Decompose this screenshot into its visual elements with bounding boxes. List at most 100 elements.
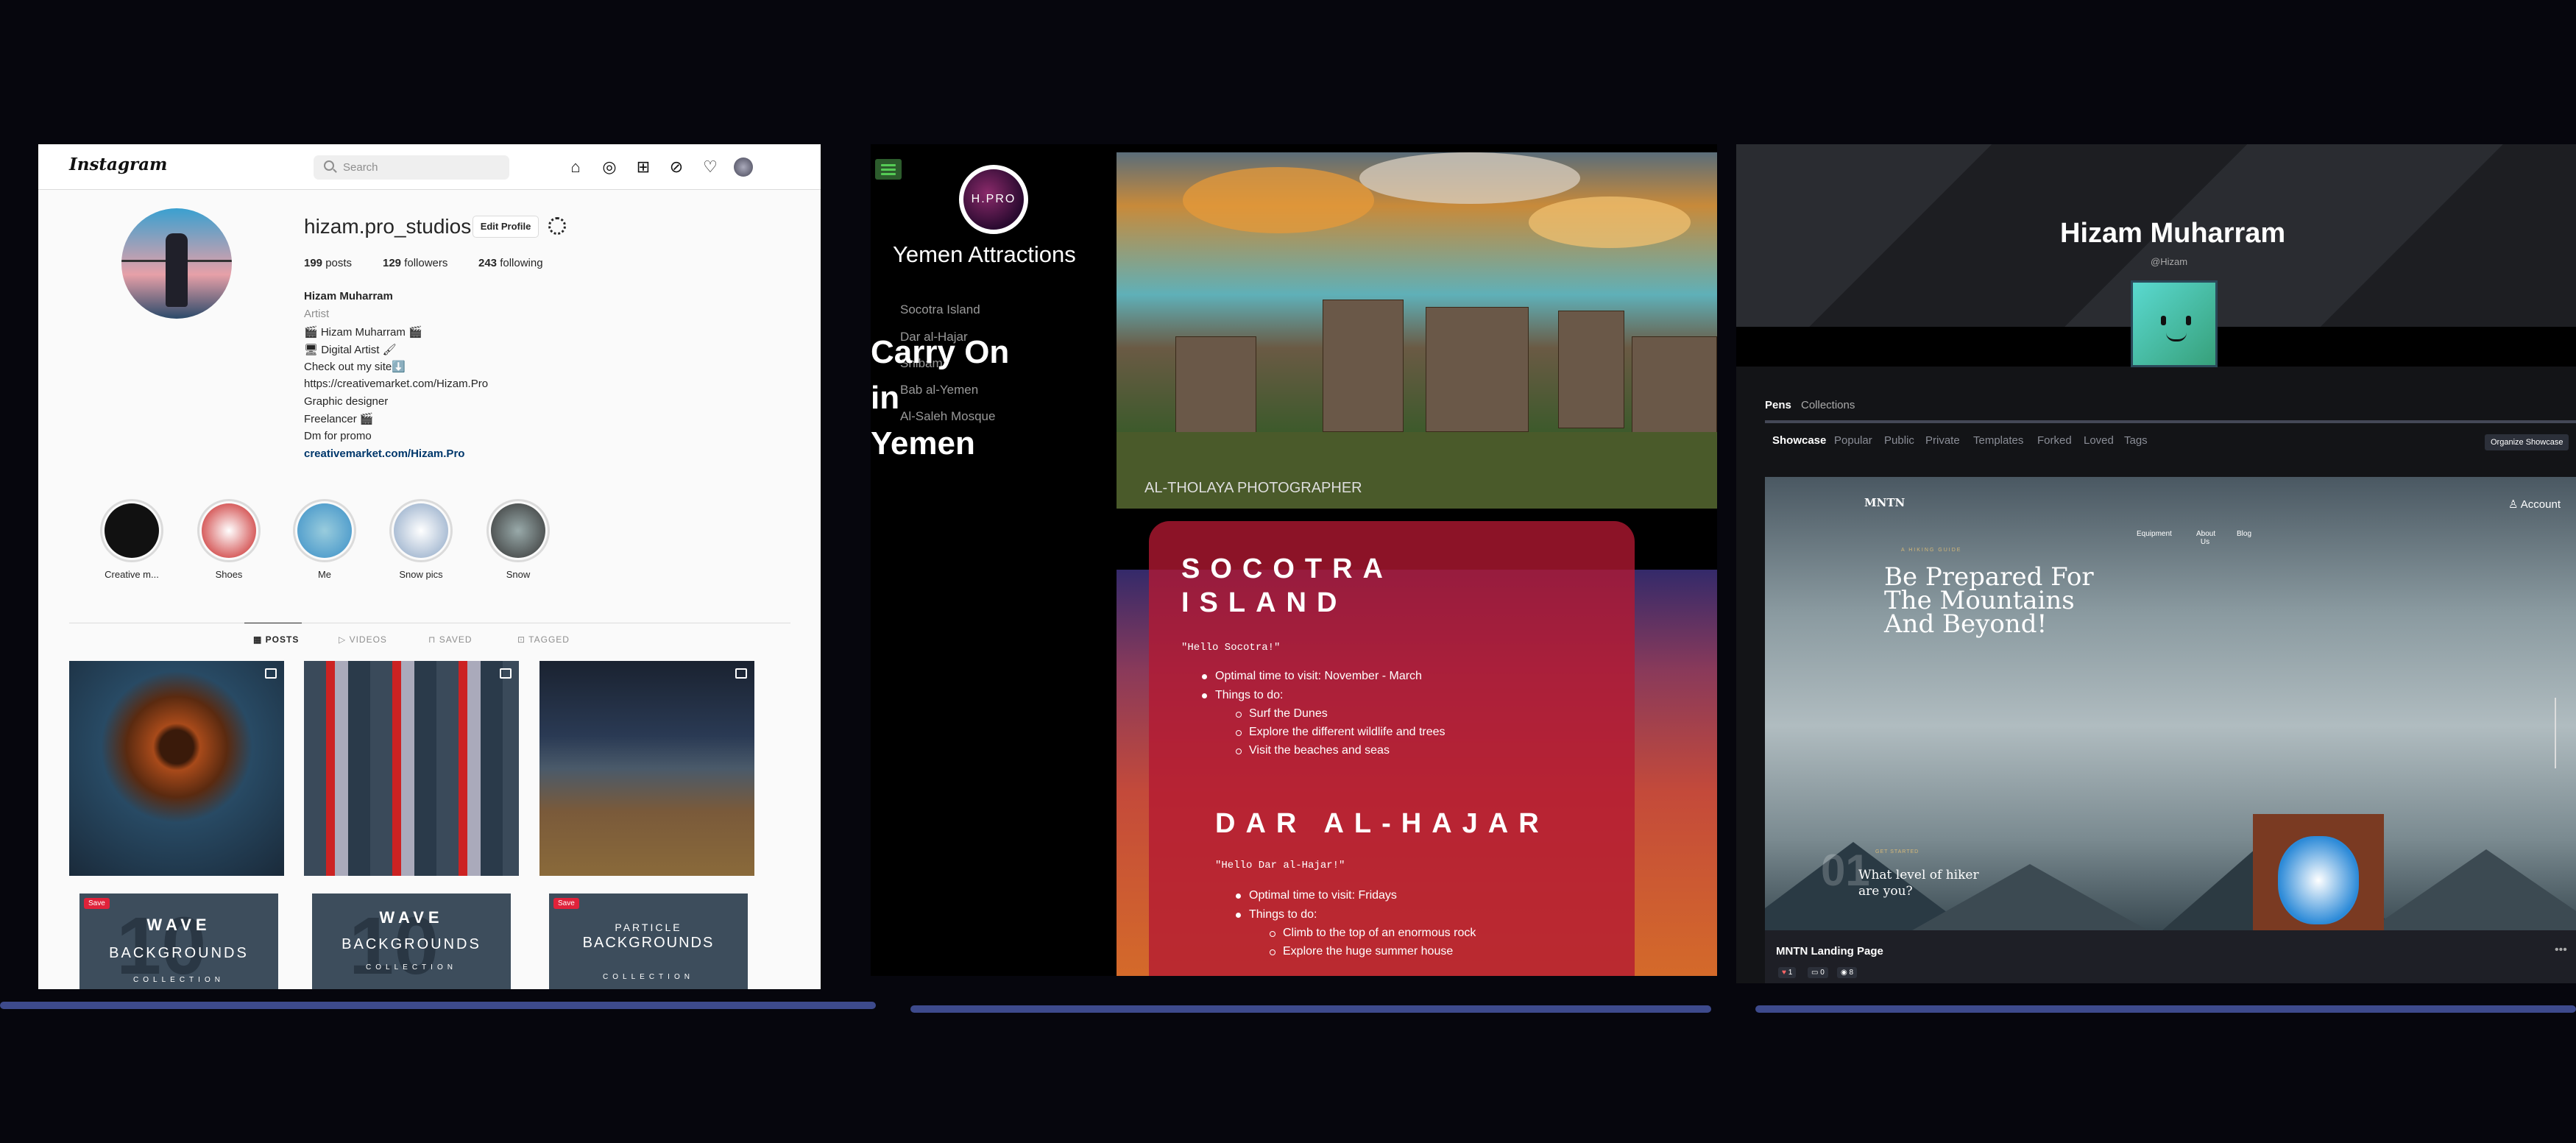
highlight-item[interactable]: Creative m... (95, 499, 169, 580)
preview-nav-item: About Us (2196, 530, 2216, 546)
profile-username: hizam.pro_studios (304, 215, 472, 238)
post-thumbnail[interactable]: 10 WAVE BACKGROUNDS COLLECTION (312, 893, 511, 989)
highlight-item[interactable]: Me (288, 499, 361, 580)
highlight-item[interactable]: Shoes (192, 499, 266, 580)
search-placeholder: Search (343, 161, 378, 174)
search-input[interactable]: Search (314, 155, 509, 180)
more-options-icon[interactable]: ••• (2555, 944, 2567, 957)
followers-count[interactable]: 129 followers (383, 257, 447, 269)
tab-pens[interactable]: Pens (1765, 399, 1791, 411)
list-item: Explore the different wildlife and trees (1236, 726, 1446, 738)
profile-avatar-icon[interactable] (733, 157, 754, 177)
post-thumbnail[interactable] (304, 661, 519, 876)
search-icon (324, 160, 334, 171)
posts-count: 199 posts (304, 257, 353, 269)
post-thumbnail[interactable]: Save PARTICLE BACKGROUNDS COLLECTION (549, 893, 748, 989)
home-icon[interactable]: ⌂ (565, 157, 586, 177)
organize-showcase-button[interactable]: Organize Showcase (2485, 434, 2569, 450)
profile-link[interactable]: creativemarket.com/Hizam.Pro (304, 447, 464, 460)
preview-headline: Be Prepared For The Mountains And Beyond… (1884, 562, 2094, 639)
instagram-profile-panel: Instagram Search ⌂ ◎ ⊞ ⊘ ♡ hizam.pro_stu… (38, 144, 821, 989)
bio-line: Dm for promo (304, 430, 372, 442)
multi-post-icon (265, 668, 277, 679)
bio-line: https://creativemarket.com/Hizam.Pro (304, 378, 489, 390)
preview-step-title: What level of hiker are you? (1858, 868, 1979, 899)
highlight-item[interactable]: Snow pics (384, 499, 458, 580)
explore-icon[interactable]: ⊘ (666, 157, 687, 177)
profile-name: Hizam Muharram (2060, 218, 2286, 249)
tab-popular[interactable]: Popular (1834, 434, 1872, 447)
list-item: Things to do: (1202, 689, 1284, 701)
tab-posts[interactable]: ▦ POSTS (244, 623, 302, 645)
multi-post-icon (735, 668, 747, 679)
bio-line: Check out my site⬇️ (304, 361, 406, 373)
list-item: Surf the Dunes (1236, 707, 1328, 720)
highlight-item[interactable]: Snow (481, 499, 555, 580)
section-heading: DAR AL-HAJAR (1215, 808, 1549, 839)
horizontal-scrollbar[interactable] (1755, 1005, 2576, 1013)
list-item: Visit the beaches and seas (1236, 744, 1390, 757)
list-item: Things to do: (1236, 908, 1317, 921)
tab-templates[interactable]: Templates (1973, 434, 2023, 447)
list-item: Climb to the top of an enormous rock (1269, 927, 1476, 939)
site-logo[interactable]: H.PRO (959, 165, 1028, 234)
bio-line: Freelancer 🎬 (304, 413, 374, 425)
pen-preview[interactable]: MNTN ♙ Account Equipment About Us Blog A… (1765, 477, 2576, 930)
nav-link-socotra[interactable]: Socotra Island (900, 302, 980, 317)
new-post-icon[interactable]: ⊞ (633, 157, 654, 177)
tab-public[interactable]: Public (1884, 434, 1914, 447)
tab-loved[interactable]: Loved (2084, 434, 2114, 447)
profile-avatar[interactable] (121, 208, 232, 319)
messenger-icon[interactable]: ◎ (599, 157, 620, 177)
preview-photo (2253, 814, 2384, 930)
preview-eyebrow: A HIKING GUIDE (1901, 548, 1962, 553)
preview-account: ♙ Account (2508, 498, 2561, 511)
category-label: Artist (304, 308, 330, 320)
post-thumbnail[interactable]: 10 Save WAVE BACKGROUNDS COLLECTION (79, 893, 278, 989)
likes-count[interactable]: ♥ 1 (1778, 967, 1797, 978)
tab-showcase[interactable]: Showcase (1772, 434, 1826, 447)
full-name: Hizam Muharram (304, 290, 393, 302)
horizontal-scrollbar[interactable] (910, 1005, 1711, 1013)
multi-post-icon (500, 668, 512, 679)
hero-image (1117, 152, 1717, 509)
list-item: Explore the huge summer house (1269, 945, 1454, 958)
yemen-site-panel: H.PRO Yemen Attractions Socotra Island D… (871, 144, 1717, 976)
edit-profile-button[interactable]: Edit Profile (473, 216, 539, 238)
tab-private[interactable]: Private (1925, 434, 1960, 447)
comment-icon: ▭ (1811, 969, 1819, 977)
tab-saved[interactable]: ⊓ SAVED (428, 634, 473, 645)
post-thumbnail[interactable] (69, 661, 284, 876)
save-badge: Save (84, 898, 110, 909)
bio-line: Graphic designer (304, 395, 389, 408)
hamburger-menu-icon[interactable] (875, 159, 902, 180)
post-thumbnail[interactable] (539, 661, 754, 876)
tab-tags[interactable]: Tags (2124, 434, 2148, 447)
bio-line: 🖥 Digital Artist 🖌 (304, 344, 397, 356)
comments-count[interactable]: ▭ 0 (1808, 967, 1828, 978)
gear-icon[interactable] (548, 217, 566, 235)
views-count: ◉ 8 (1837, 967, 1858, 978)
codepen-profile-panel: Hizam Muharram @Hizam Pens Collections S… (1736, 144, 2576, 983)
preview-step-eyebrow: GET STARTED (1875, 849, 1919, 854)
preview-nav-item: Equipment (2137, 530, 2172, 538)
pen-footer: MNTN Landing Page ••• ♥ 1 ▭ 0 ◉ 8 (1765, 930, 2576, 983)
tab-tagged[interactable]: ⊡ TAGGED (517, 634, 570, 645)
following-count[interactable]: 243 following (478, 257, 543, 269)
section-heading: ISLAND (1181, 587, 1348, 618)
avatar (2131, 280, 2218, 367)
instagram-logo[interactable]: Instagram (69, 155, 167, 174)
pen-title[interactable]: MNTN Landing Page (1776, 945, 1883, 958)
list-item: Optimal time to visit: Fridays (1236, 889, 1397, 902)
preview-brand: MNTN (1864, 496, 1906, 509)
profile-handle: @Hizam (2151, 256, 2188, 267)
horizontal-scrollbar[interactable] (0, 1002, 876, 1009)
heart-icon[interactable]: ♡ (700, 157, 721, 177)
section-heading: SOCOTRA (1181, 553, 1393, 584)
tab-forked[interactable]: Forked (2037, 434, 2072, 447)
hero-heading: Carry On in Yemen (871, 334, 1010, 461)
tab-collections[interactable]: Collections (1801, 399, 1855, 411)
section-quote: "Hello Socotra!" (1181, 642, 1281, 654)
tab-videos[interactable]: ▷ VIDEOS (339, 634, 387, 645)
bio-line: 🎬 Hizam Muharram 🎬 (304, 326, 422, 339)
